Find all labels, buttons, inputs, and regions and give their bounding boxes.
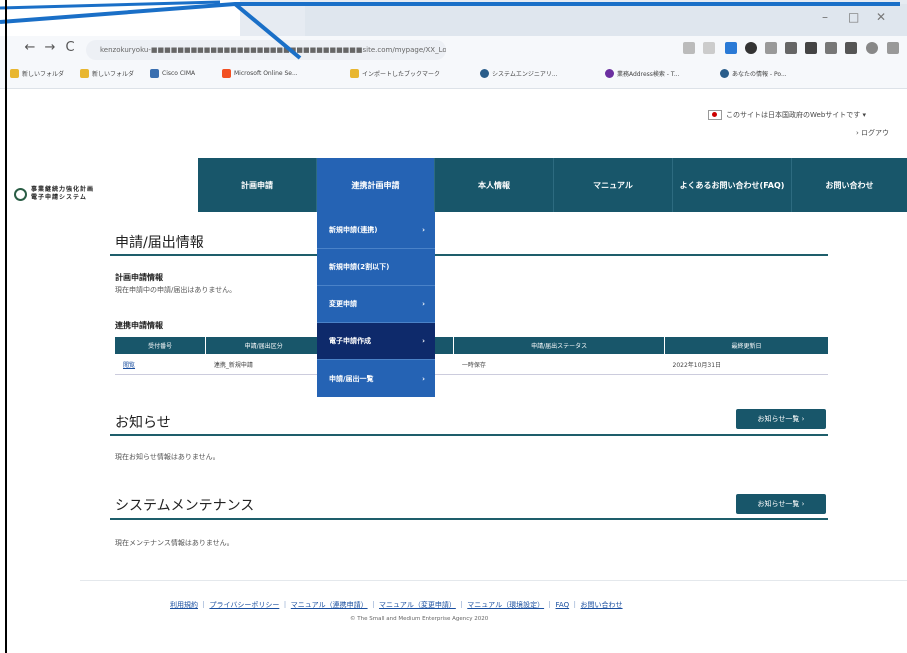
footer-link-terms[interactable]: 利用規約 bbox=[170, 601, 198, 609]
government-site-notice[interactable]: このサイトは日本国政府のWebサイトです ▾ bbox=[708, 110, 866, 120]
col-category: 申請/届出区分 bbox=[205, 337, 323, 354]
puzzle-icon[interactable] bbox=[805, 42, 817, 54]
footer-links: 利用規約 ｜ プライバシーポリシー ｜ マニュアル（連携申請） ｜ マニュアル（… bbox=[170, 601, 623, 609]
reload-icon[interactable]: C bbox=[62, 40, 78, 55]
nav-faq[interactable]: よくあるお問い合わせ(FAQ) bbox=[673, 158, 792, 212]
url-field[interactable]: kenzokuryoku-■■■■■■■■■■■■■■■■■■■■■■■■■■■… bbox=[86, 40, 446, 60]
col-receipt-no: 受付番号 bbox=[115, 337, 207, 354]
menu-item-change-application[interactable]: 変更申請 › bbox=[317, 286, 435, 323]
close-icon[interactable]: ✕ bbox=[876, 10, 886, 24]
row-updated: 2022年10月31日 bbox=[664, 354, 828, 375]
footer-link-manual-linked[interactable]: マニュアル（連携申請） bbox=[291, 601, 368, 609]
view-link[interactable]: 閲覧 bbox=[115, 354, 206, 375]
plan-application-header: 計画申請情報 bbox=[115, 273, 163, 282]
plan-application-empty: 現在申請中の申請/届出はありません。 bbox=[115, 286, 237, 294]
logout-link[interactable]: › ログアウ bbox=[856, 128, 889, 138]
chevron-right-icon: › bbox=[422, 374, 425, 383]
nav-personal-info[interactable]: 本人情報 bbox=[435, 158, 554, 212]
main-navigation: 計画申請 連携計画申請 本人情報 マニュアル よくあるお問い合わせ(FAQ) お… bbox=[198, 158, 907, 212]
menu-icon[interactable] bbox=[887, 42, 899, 54]
extension-icon[interactable] bbox=[785, 42, 797, 54]
site-icon bbox=[720, 69, 729, 78]
star-icon[interactable] bbox=[703, 42, 715, 54]
bookmark-item[interactable]: Cisco CIMA bbox=[150, 69, 195, 78]
col-updated: 最終更新日 bbox=[664, 337, 828, 354]
microsoft-icon bbox=[222, 69, 231, 78]
active-browser-tab[interactable] bbox=[305, 4, 907, 36]
back-icon[interactable]: ← bbox=[22, 40, 38, 55]
bookmark-item[interactable]: あなたの情報 - Po... bbox=[720, 69, 787, 78]
nav-linked-plan-application[interactable]: 連携計画申請 bbox=[317, 158, 435, 212]
logo-text-line2: 電子申請システム bbox=[31, 194, 87, 201]
chevron-right-icon: › bbox=[422, 300, 425, 308]
site-logo[interactable]: 事業継続力強化計画 電子申請システム bbox=[14, 186, 94, 202]
table-header-row: 受付番号 申請/届出区分 申請/届出ステータス 最終更新日 bbox=[115, 337, 828, 354]
table-row: 閲覧 連携_新規申請 一時保存 2022年10月31日 bbox=[115, 354, 828, 375]
col-status: 申請/届出ステータス bbox=[453, 337, 666, 354]
section-divider bbox=[110, 518, 828, 520]
logo-mark-icon bbox=[14, 187, 27, 201]
row-category: 連携_新規申請 bbox=[205, 354, 322, 375]
bookmark-item[interactable]: 業務Address検索 - T... bbox=[605, 69, 680, 78]
news-list-button[interactable]: お知らせ一覧 › bbox=[736, 409, 826, 429]
bookmark-item[interactable]: 新しいフォルダ bbox=[80, 69, 134, 78]
footer-link-faq[interactable]: FAQ bbox=[556, 601, 570, 609]
footer-link-privacy[interactable]: プライバシーポリシー bbox=[209, 601, 279, 609]
bookmark-item[interactable]: Microsoft Online Se... bbox=[222, 69, 298, 78]
maintenance-empty: 現在メンテナンス情報はありません。 bbox=[115, 539, 234, 547]
logo-text-line1: 事業継続力強化計画 bbox=[31, 186, 95, 193]
menu-item-application-list[interactable]: 申請/届出一覧 › bbox=[317, 360, 435, 397]
menu-item-electronic-application[interactable]: 電子申請作成 › bbox=[317, 323, 435, 360]
section-divider bbox=[110, 434, 828, 436]
chevron-right-icon: › bbox=[422, 226, 425, 234]
footer-divider bbox=[80, 580, 907, 581]
application-section-title: 申請/届出情報 bbox=[115, 235, 204, 251]
bookmark-item[interactable]: システムエンジニアリ... bbox=[480, 69, 558, 78]
linked-plan-dropdown-menu: 新規申請(連携) › 新規申請(2割以下) 変更申請 › 電子申請作成 › 申請/届出… bbox=[317, 212, 435, 397]
share-icon[interactable] bbox=[683, 42, 695, 54]
download-icon[interactable] bbox=[825, 42, 837, 54]
extension-icon[interactable] bbox=[725, 42, 737, 54]
minimize-icon[interactable]: – bbox=[822, 10, 828, 24]
left-border-line bbox=[5, 0, 7, 653]
extension-icon[interactable] bbox=[765, 42, 777, 54]
maximize-icon[interactable]: □ bbox=[848, 10, 859, 24]
menu-item-new-linked[interactable]: 新規申請(連携) › bbox=[317, 212, 435, 249]
folder-icon bbox=[350, 69, 359, 78]
extension-icon[interactable] bbox=[745, 42, 757, 54]
maintenance-list-button[interactable]: お知らせ一覧 › bbox=[736, 494, 826, 514]
news-empty: 現在お知らせ情報はありません。 bbox=[115, 453, 220, 461]
maintenance-title: システムメンテナンス bbox=[115, 498, 255, 514]
japan-flag-icon bbox=[708, 110, 722, 120]
footer-link-manual-change[interactable]: マニュアル（変更申請） bbox=[379, 601, 456, 609]
nav-contact[interactable]: お問い合わせ bbox=[792, 158, 907, 212]
footer-link-contact[interactable]: お問い合わせ bbox=[581, 601, 623, 609]
linked-application-header: 連携申請情報 bbox=[115, 321, 163, 330]
copyright: © The Small and Medium Enterprise Agency… bbox=[350, 616, 489, 622]
site-icon bbox=[150, 69, 159, 78]
profile-icon[interactable] bbox=[866, 42, 878, 54]
site-icon bbox=[480, 69, 489, 78]
forward-icon[interactable]: → bbox=[42, 40, 58, 55]
bookmark-item[interactable]: インポートしたブックマーク bbox=[350, 69, 440, 78]
nav-plan-application[interactable]: 計画申請 bbox=[198, 158, 317, 212]
footer-link-manual-env[interactable]: マニュアル（環境設定） bbox=[467, 601, 544, 609]
folder-icon bbox=[10, 69, 19, 78]
news-title: お知らせ bbox=[115, 415, 171, 431]
tab-strip-blank bbox=[0, 0, 240, 36]
menu-item-new-under-20[interactable]: 新規申請(2割以下) bbox=[317, 249, 435, 286]
bookmark-item[interactable]: 新しいフォルダ bbox=[10, 69, 64, 78]
row-status: 一時保存 bbox=[453, 354, 665, 375]
linked-applications-table: 受付番号 申請/届出区分 申請/届出ステータス 最終更新日 閲覧 連携_新規申請… bbox=[115, 337, 828, 375]
section-divider bbox=[110, 254, 828, 256]
sidepanel-icon[interactable] bbox=[845, 42, 857, 54]
site-icon bbox=[605, 69, 614, 78]
folder-icon bbox=[80, 69, 89, 78]
chevron-right-icon: › bbox=[422, 337, 425, 345]
nav-manual[interactable]: マニュアル bbox=[554, 158, 673, 212]
